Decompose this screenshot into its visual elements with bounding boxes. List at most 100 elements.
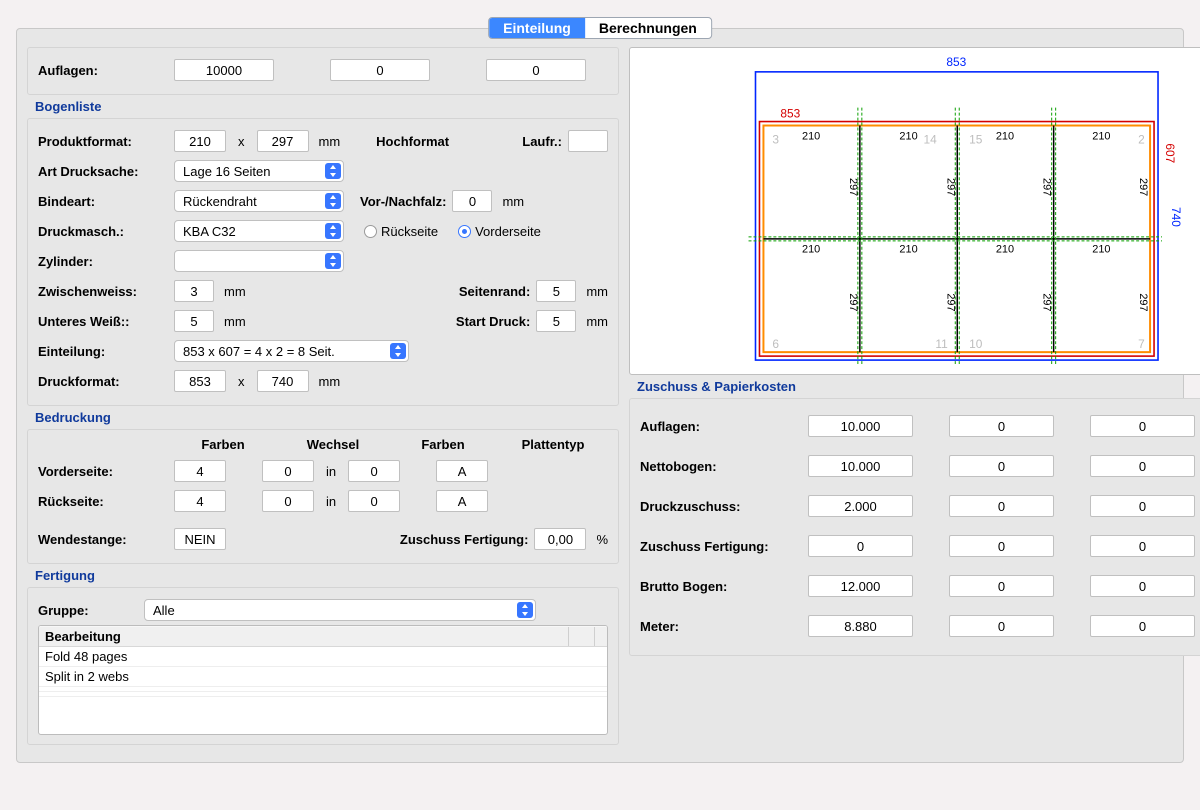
df-x: x <box>238 374 245 389</box>
table-row[interactable] <box>39 692 607 697</box>
r-farben2-input[interactable] <box>348 490 400 512</box>
laufr-input[interactable] <box>568 130 608 152</box>
zwischen-unit: mm <box>224 284 246 299</box>
cost-druckzuschuss-c[interactable] <box>1090 495 1195 517</box>
einteilung-value: 853 x 607 = 4 x 2 = 8 Seit. <box>183 344 335 359</box>
art-select[interactable]: Lage 16 Seiten <box>174 160 344 182</box>
tab-berechnungen[interactable]: Berechnungen <box>585 18 711 38</box>
table-row[interactable]: Fold 48 pages <box>39 647 607 667</box>
cost-auflagen-b[interactable] <box>949 415 1054 437</box>
v-typ-input[interactable] <box>436 460 488 482</box>
cost-druckzuschuss-a[interactable] <box>808 495 913 517</box>
zuschuss-input[interactable] <box>534 528 586 550</box>
cost-brutto-a[interactable] <box>808 575 913 597</box>
cost-zuschussfert-a[interactable] <box>808 535 913 557</box>
svg-text:210: 210 <box>802 244 820 256</box>
bd-vorderseite-label: Vorderseite: <box>38 464 168 479</box>
right-column: 853 740 853 607 <box>629 47 1200 749</box>
startdruck-input[interactable] <box>536 310 576 332</box>
seitenrand-unit: mm <box>586 284 608 299</box>
v-wechsel-input[interactable] <box>262 460 314 482</box>
auflagen-label: Auflagen: <box>38 63 168 78</box>
vorderseite-radio[interactable]: Vorderseite <box>458 224 541 239</box>
svg-text:210: 210 <box>996 130 1014 142</box>
druckformat-width-input[interactable] <box>174 370 226 392</box>
left-column: Auflagen: Bogenliste Produktformat: x mm <box>27 47 619 749</box>
produktformat-height-input[interactable] <box>257 130 309 152</box>
app-window: Einteilung Berechnungen Auflagen: Bogenl… <box>16 28 1184 763</box>
druckmasch-select[interactable]: KBA C32 <box>174 220 344 242</box>
einteilung-select[interactable]: 853 x 607 = 4 x 2 = 8 Seit. <box>174 340 409 362</box>
produktformat-label: Produktformat: <box>38 134 168 149</box>
unteres-unit: mm <box>224 314 246 329</box>
svg-text:853: 853 <box>946 55 966 69</box>
vornach-input[interactable] <box>452 190 492 212</box>
panel-fertigung: Gruppe: Alle Bearbeitung Fold 48 pages S… <box>27 587 619 745</box>
v-farben2-input[interactable] <box>348 460 400 482</box>
orientation-label: Hochformat <box>376 134 449 149</box>
gruppe-select[interactable]: Alle <box>144 599 536 621</box>
vornach-unit: mm <box>502 194 524 209</box>
svg-text:7: 7 <box>1138 337 1145 351</box>
cost-auflagen-a[interactable] <box>808 415 913 437</box>
zwischen-input[interactable] <box>174 280 214 302</box>
art-label: Art Drucksache: <box>38 164 168 179</box>
v-farben-input[interactable] <box>174 460 226 482</box>
wendestange-input[interactable] <box>174 528 226 550</box>
zylinder-select[interactable] <box>174 250 344 272</box>
r-farben-input[interactable] <box>174 490 226 512</box>
seitenrand-input[interactable] <box>536 280 576 302</box>
auflagen-3-input[interactable] <box>486 59 586 81</box>
svg-text:297: 297 <box>944 293 956 311</box>
einteilung-label: Einteilung: <box>38 344 168 359</box>
svg-text:297: 297 <box>1041 178 1053 196</box>
cost-zuschussfert-c[interactable] <box>1090 535 1195 557</box>
produktformat-width-input[interactable] <box>174 130 226 152</box>
bindeart-select[interactable]: Rückendraht <box>174 190 344 212</box>
auflagen-1-input[interactable] <box>174 59 274 81</box>
in-1: in <box>326 464 336 479</box>
cost-zuschussfert-b[interactable] <box>949 535 1054 557</box>
cost-brutto-c[interactable] <box>1090 575 1195 597</box>
cost-auflagen-label: Auflagen: <box>640 419 808 434</box>
panel-bogenliste: Produktformat: x mm Hochformat Laufr.: A… <box>27 118 619 406</box>
svg-text:14: 14 <box>923 132 937 146</box>
panel-bedruckung: Farben Wechsel Farben Plattentyp Vorders… <box>27 429 619 564</box>
cost-nettobogen-c[interactable] <box>1090 455 1195 477</box>
fertigung-table[interactable]: Bearbeitung Fold 48 pages Split in 2 web… <box>38 625 608 735</box>
druckformat-label: Druckformat: <box>38 374 168 389</box>
svg-text:10: 10 <box>969 337 983 351</box>
svg-text:210: 210 <box>1092 130 1110 142</box>
r-wechsel-input[interactable] <box>262 490 314 512</box>
cost-druckzuschuss-b[interactable] <box>949 495 1054 517</box>
gruppe-value: Alle <box>153 603 175 618</box>
cost-meter-a[interactable] <box>808 615 913 637</box>
druckformat-height-input[interactable] <box>257 370 309 392</box>
wendestange-label: Wendestange: <box>38 532 168 547</box>
cost-brutto-b[interactable] <box>949 575 1054 597</box>
cost-nettobogen-a[interactable] <box>808 455 913 477</box>
imposition-svg: 853 740 853 607 <box>630 48 1200 374</box>
art-value: Lage 16 Seiten <box>183 164 270 179</box>
rueckseite-radio[interactable]: Rückseite <box>364 224 438 239</box>
svg-text:853: 853 <box>780 107 800 121</box>
tabs: Einteilung Berechnungen <box>488 17 712 39</box>
svg-text:297: 297 <box>847 293 859 311</box>
r-typ-input[interactable] <box>436 490 488 512</box>
auflagen-2-input[interactable] <box>330 59 430 81</box>
table-row[interactable]: Split in 2 webs <box>39 667 607 687</box>
bedruckung-headers: Farben Wechsel Farben Plattentyp <box>168 437 608 452</box>
hdr-farben: Farben <box>188 437 258 452</box>
cost-meter-b[interactable] <box>949 615 1054 637</box>
startdruck-label: Start Druck: <box>456 314 530 329</box>
unteres-input[interactable] <box>174 310 214 332</box>
svg-text:15: 15 <box>969 132 983 146</box>
cost-auflagen-c[interactable] <box>1090 415 1195 437</box>
vornach-label: Vor-/Nachfalz: <box>360 194 446 209</box>
svg-text:2: 2 <box>1138 132 1145 146</box>
cost-meter-c[interactable] <box>1090 615 1195 637</box>
zylinder-label: Zylinder: <box>38 254 168 269</box>
tab-einteilung[interactable]: Einteilung <box>489 18 585 38</box>
cost-nettobogen-b[interactable] <box>949 455 1054 477</box>
svg-text:297: 297 <box>944 178 956 196</box>
